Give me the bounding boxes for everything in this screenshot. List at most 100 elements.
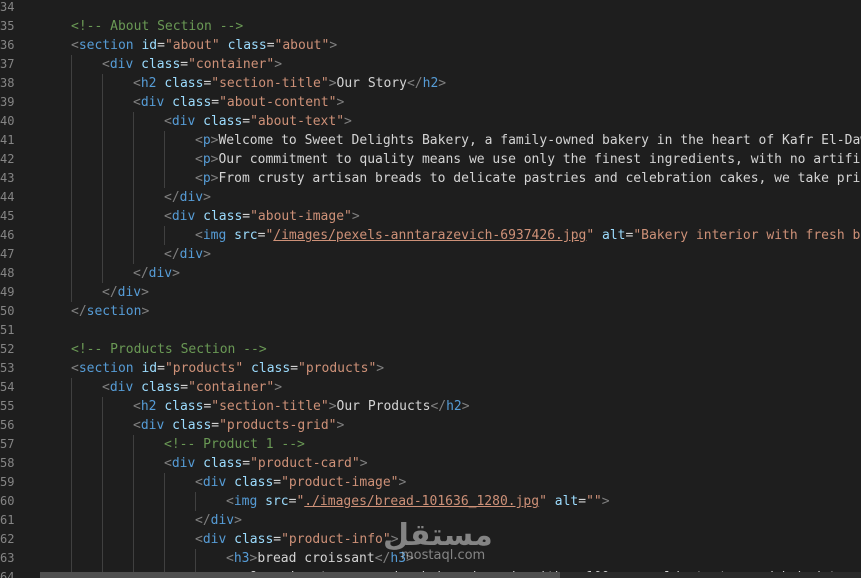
code-token: class [227, 38, 267, 53]
line-number: 62 [0, 532, 15, 546]
code-token: "about-text" [250, 114, 345, 129]
code-token: = [211, 418, 220, 433]
code-token: div [179, 247, 204, 262]
line-number: 42 [0, 152, 15, 166]
code-line[interactable]: </div> [164, 245, 211, 264]
code-line[interactable]: <div class="about-image"> [164, 207, 360, 226]
code-line[interactable]: <!-- Product 1 --> [164, 435, 305, 454]
indent-guide [71, 207, 72, 226]
code-token: section [78, 38, 134, 53]
code-token: </ [71, 304, 87, 319]
indent-guide [195, 492, 196, 511]
code-token: Our Story [336, 76, 407, 91]
indent-guide [102, 93, 103, 112]
code-token: src [234, 228, 258, 243]
code-line[interactable]: <img src="/images/pexels-anntarazevich-6… [195, 226, 861, 245]
indent-guide [164, 473, 165, 492]
indent-guide [71, 492, 72, 511]
code-token: </ [164, 190, 180, 205]
horizontal-scrollbar[interactable] [40, 572, 861, 578]
indent-guide [133, 473, 134, 492]
line-number: 44 [0, 190, 15, 204]
code-token: = [242, 209, 251, 224]
code-line[interactable]: <!-- About Section --> [71, 17, 243, 36]
indent-guide [71, 112, 72, 131]
line-number: 36 [0, 38, 15, 52]
indent-guide [102, 207, 103, 226]
indent-guide [133, 207, 134, 226]
indent-guide [102, 188, 103, 207]
code-line[interactable]: </div> [102, 283, 149, 302]
line-number: 50 [0, 304, 15, 318]
indent-guide [102, 492, 103, 511]
code-line[interactable]: <img src = "./images/bread-101636_1280.jpg… [226, 492, 610, 511]
code-token: p [202, 171, 211, 186]
code-line[interactable]: <h2 class="section-title">Our Products</… [133, 397, 470, 416]
code-token: > [203, 247, 211, 262]
indent-guide [164, 511, 165, 530]
code-line[interactable]: <div class="product-image"> [195, 473, 406, 492]
code-line[interactable]: </div> [164, 188, 211, 207]
code-line[interactable]: <!-- Products Section --> [71, 340, 267, 359]
code-line[interactable]: </div> [133, 264, 180, 283]
code-token: < [164, 209, 172, 224]
code-line[interactable]: <div class="about-text"> [164, 112, 352, 131]
code-token: p [202, 152, 211, 167]
code-token: > [344, 114, 352, 129]
code-token: < [226, 494, 234, 509]
line-number: 51 [0, 323, 15, 337]
code-line[interactable]: <div class="container"> [102, 378, 282, 397]
code-token: div [109, 57, 134, 72]
line-number: 54 [0, 380, 15, 394]
code-line[interactable]: <div class="products-grid"> [133, 416, 344, 435]
code-editor[interactable]: 34 35 36 37 38 39 40 41 42 43 44 45 46 47 48 49 50 51 52 53… [0, 0, 861, 578]
indent-guide [164, 226, 165, 245]
code-line[interactable]: </div> [195, 511, 242, 530]
code-token: "container" [188, 57, 275, 72]
indent-guide [133, 188, 134, 207]
code-token: "about-image" [250, 209, 352, 224]
code-line[interactable]: <div class="about-content"> [133, 93, 344, 112]
code-token: = [211, 95, 220, 110]
scrollbar-thumb[interactable] [40, 572, 560, 578]
code-line[interactable]: </section> [71, 302, 149, 321]
line-number: 35 [0, 19, 15, 33]
code-line[interactable]: <div class="product-info"> [195, 530, 399, 549]
code-token: img [202, 228, 227, 243]
code-token: class [234, 532, 274, 547]
code-token: div [109, 380, 134, 395]
code-line[interactable]: <section id="products" class="products"> [71, 359, 384, 378]
code-token: "product-card" [250, 456, 360, 471]
indent-guide [71, 416, 72, 435]
code-token: "product-image" [281, 475, 399, 490]
code-token: class [141, 57, 181, 72]
code-line[interactable]: <p>Our commitment to quality means we us… [195, 150, 861, 169]
code-line[interactable]: <section id="about" class="about"> [71, 36, 337, 55]
code-line[interactable]: <div class="container"> [102, 55, 282, 74]
code-token: < [195, 228, 203, 243]
code-token: div [171, 209, 196, 224]
indent-guide [71, 245, 72, 264]
code-line[interactable]: <p>Welcome to Sweet Delights Bakery, a f… [195, 131, 861, 150]
code-token: "about" [164, 38, 220, 53]
line-number: 60 [0, 494, 15, 508]
code-line[interactable]: <div class="product-card"> [164, 454, 368, 473]
code-token: img [233, 494, 258, 509]
code-token: <!-- About Section --> [71, 19, 244, 34]
code-line[interactable]: <p>From crusty artisan breads to delicat… [195, 169, 861, 188]
code-token: = [242, 114, 251, 129]
line-number: 38 [0, 76, 15, 90]
indent-guide [102, 530, 103, 549]
watermark-logo: مستقل mostaql.com [383, 518, 493, 566]
code-line[interactable]: <h2 class="section-title">Our Story</h2> [133, 74, 446, 93]
line-number: 48 [0, 266, 15, 280]
code-token: < [133, 418, 141, 433]
line-number: 63 [0, 551, 15, 565]
